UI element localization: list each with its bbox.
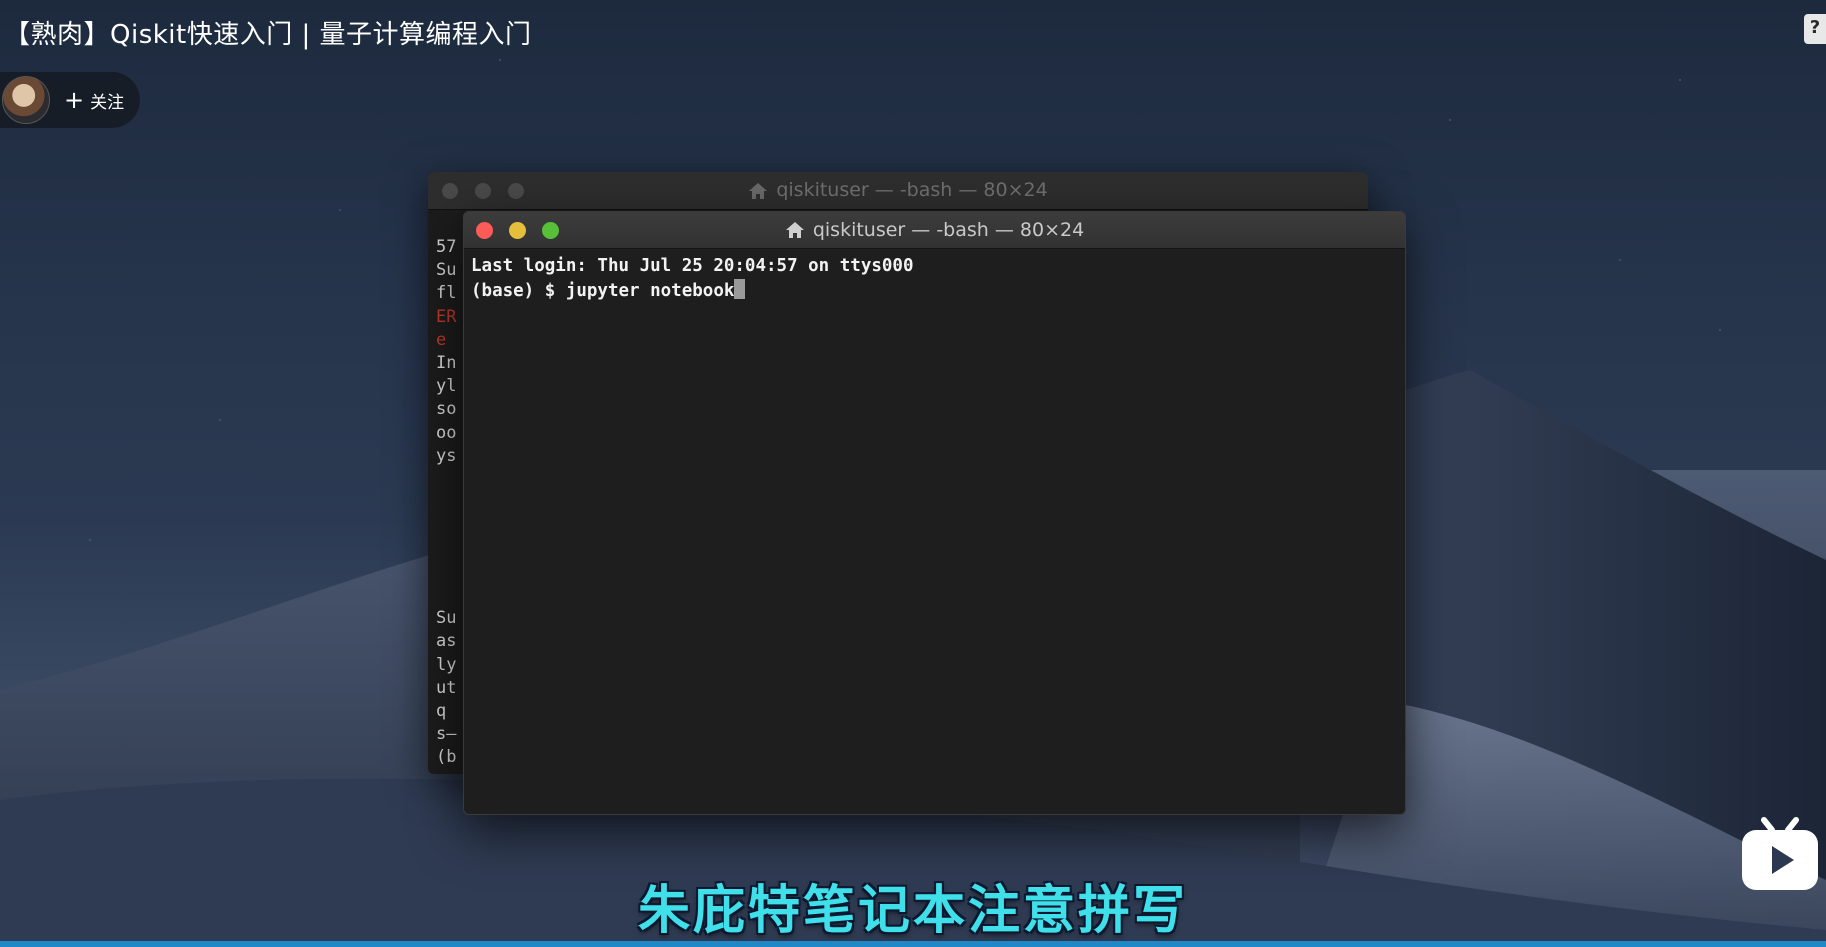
maximize-button[interactable] xyxy=(542,222,559,239)
feedback-icon[interactable]: ? xyxy=(1804,14,1826,44)
terminal-line-login: Last login: Thu Jul 25 20:04:57 on ttys0… xyxy=(471,256,914,276)
terminal-back-line: q xyxy=(436,701,447,722)
terminal-command-text: (base) $ jupyter notebook xyxy=(471,280,735,301)
terminal-back-title: qiskituser — -bash — 80×24 xyxy=(776,179,1048,201)
uploader-badge: + 关注 xyxy=(0,72,140,128)
plus-icon: + xyxy=(64,86,85,114)
follow-button[interactable]: + 关注 xyxy=(64,88,124,113)
video-progress-fill xyxy=(0,941,1826,947)
video-progress-bar[interactable] xyxy=(0,941,1826,947)
terminal-output[interactable]: Last login: Thu Jul 25 20:04:57 on ttys0… xyxy=(464,249,1405,309)
terminal-back-line: s— xyxy=(436,724,457,745)
minimize-button[interactable] xyxy=(509,222,526,239)
terminal-back-line: ys xyxy=(436,445,457,466)
home-icon xyxy=(785,222,804,238)
terminal-window[interactable]: qiskituser — -bash — 80×24 Last login: T… xyxy=(463,211,1406,815)
bilibili-tv-icon xyxy=(1742,817,1818,890)
terminal-back-line xyxy=(436,491,456,514)
video-title: 【熟肉】Qiskit快速入门 | 量子计算编程入门 xyxy=(4,20,532,50)
video-subtitle: 朱庇特笔记本注意拼写 xyxy=(637,881,1188,941)
terminal-back-line: as xyxy=(436,631,457,652)
terminal-back-line: so xyxy=(436,399,457,420)
terminal-back-line: 57 xyxy=(436,237,457,257)
terminal-back-titlebar[interactable]: qiskituser — -bash — 80×24 xyxy=(428,172,1368,210)
maximize-button-inactive[interactable] xyxy=(508,183,524,199)
terminal-back-line: Su xyxy=(436,608,457,629)
terminal-back-line: yl xyxy=(436,376,457,397)
terminal-back-line: Su xyxy=(436,260,457,281)
close-button[interactable] xyxy=(476,222,493,239)
avatar[interactable] xyxy=(2,76,50,124)
terminal-back-line: oo xyxy=(436,422,457,443)
terminal-title: qiskituser — -bash — 80×24 xyxy=(812,219,1085,241)
close-button-inactive[interactable] xyxy=(442,183,458,199)
terminal-back-line: e xyxy=(436,329,447,350)
follow-label: 关注 xyxy=(90,92,125,113)
terminal-back-output: 57 Su fl ER e In yl so oo ys Su as ly ut q s— (b xyxy=(436,236,456,770)
terminal-back-line xyxy=(436,468,456,491)
terminal-back-line: fl xyxy=(436,283,457,304)
terminal-back-line xyxy=(436,538,456,561)
home-icon xyxy=(749,182,768,199)
minimize-button-inactive[interactable] xyxy=(475,183,491,199)
terminal-back-line: ut xyxy=(436,677,457,698)
terminal-back-line: (b xyxy=(436,747,457,768)
terminal-back-line: ER xyxy=(436,306,457,327)
terminal-back-line: ly xyxy=(436,654,457,675)
terminal-back-line xyxy=(436,561,456,584)
terminal-back-line xyxy=(436,584,456,607)
text-cursor xyxy=(734,278,746,299)
terminal-line-command[interactable]: (base) $ jupyter notebook xyxy=(471,278,1398,304)
terminal-titlebar[interactable]: qiskituser — -bash — 80×24 xyxy=(464,212,1405,249)
terminal-back-line xyxy=(436,514,456,537)
terminal-back-line: In xyxy=(436,353,457,374)
